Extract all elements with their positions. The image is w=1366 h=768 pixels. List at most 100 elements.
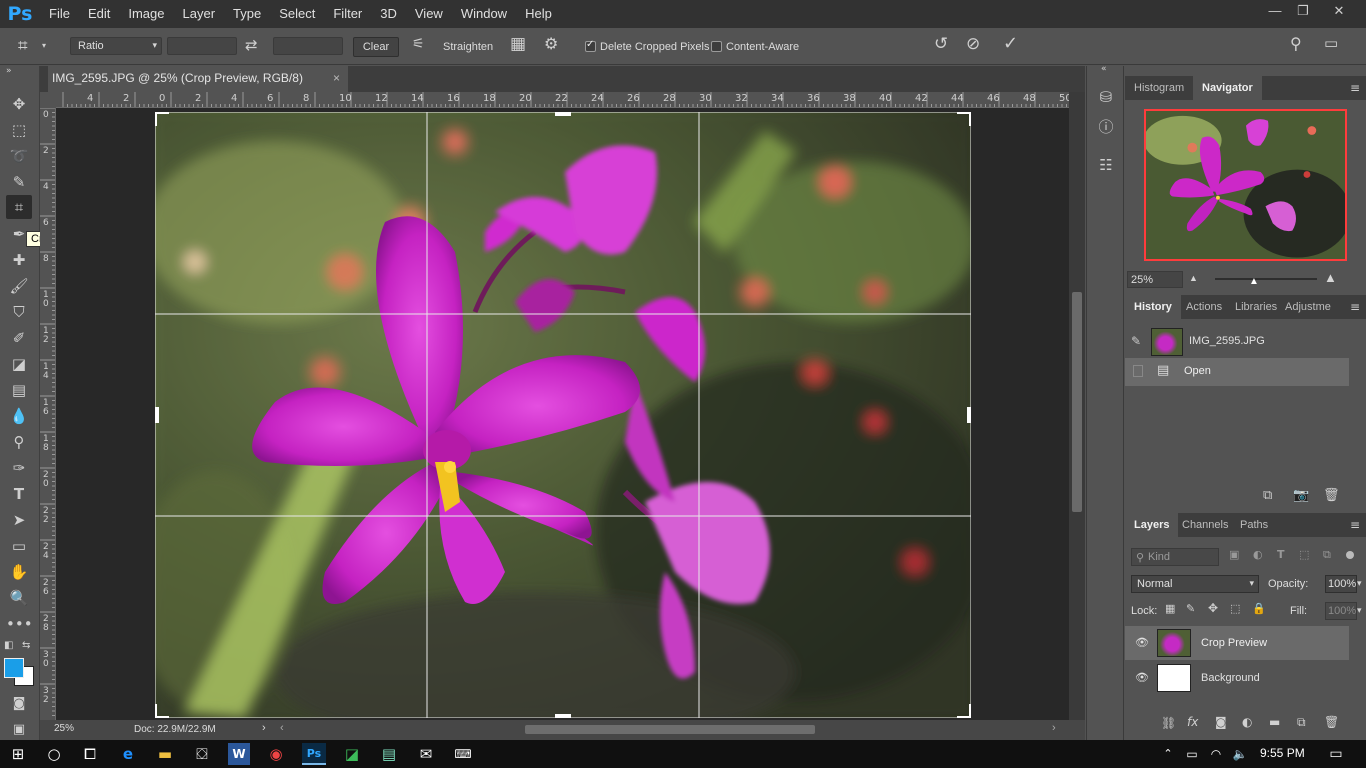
adjustment-layer-icon[interactable]: ◐ (1242, 715, 1252, 729)
search-icon[interactable]: ⚲ (1290, 34, 1302, 53)
zoom-level[interactable]: 25% (54, 723, 74, 734)
delete-cropped-label[interactable]: Delete Cropped Pixels (600, 41, 709, 53)
tab-history[interactable]: History (1125, 295, 1181, 319)
chrome-icon[interactable]: ◉ (262, 743, 290, 765)
crop-tool-preset-icon[interactable]: ⌗ (18, 36, 28, 56)
chevron-down-icon[interactable]: ▾ (1357, 578, 1362, 589)
tab-adjustments[interactable]: Adjustme (1276, 295, 1340, 319)
zoom-slider-track[interactable] (1215, 278, 1317, 280)
history-brush-source-icon[interactable] (1133, 365, 1143, 377)
pen-tool-icon[interactable]: ✑ (6, 456, 32, 480)
commit-check-icon[interactable]: ✓ (1003, 33, 1018, 54)
content-aware-checkbox[interactable] (711, 41, 722, 52)
libraries-icon[interactable]: ⛁ (1095, 86, 1117, 108)
opacity-field[interactable]: 100% (1325, 575, 1357, 593)
filter-adjustment-icon[interactable]: ◐ (1253, 548, 1263, 561)
new-document-from-state-icon[interactable]: ⧉ (1263, 488, 1272, 503)
camera-icon[interactable]: 📷 (1293, 488, 1309, 503)
swap-arrows-icon[interactable]: ⇄ (245, 36, 258, 54)
menu-type[interactable]: Type (224, 0, 270, 28)
trash-icon[interactable]: 🗑 (1323, 488, 1340, 503)
menu-filter[interactable]: Filter (324, 0, 371, 28)
history-brush-tool-icon[interactable]: ✐ (6, 326, 32, 350)
lock-transparent-icon[interactable]: ▦ (1165, 602, 1175, 615)
marquee-tool-icon[interactable]: ⬚ (6, 118, 32, 142)
lasso-tool-icon[interactable]: ➰ (6, 144, 32, 168)
menu-edit[interactable]: Edit (79, 0, 119, 28)
fx-icon[interactable]: fx (1187, 715, 1198, 729)
history-state[interactable]: ▤ Open (1125, 358, 1349, 386)
document-image[interactable] (155, 112, 971, 718)
mail-icon[interactable]: ✉ (412, 743, 440, 765)
healing-brush-tool-icon[interactable]: ✚ (6, 248, 32, 272)
lock-artboard-icon[interactable]: ⬚ (1230, 602, 1240, 615)
clock[interactable]: 9:55 PM (1260, 746, 1305, 760)
foreground-color-swatch[interactable] (4, 658, 24, 678)
default-colors-icon[interactable]: ◧ (4, 640, 13, 651)
menu-layer[interactable]: Layer (174, 0, 225, 28)
vertical-ruler[interactable]: 0 2 4 6 8 1 0 1 2 1 4 1 6 1 8 2 0 2 2 2 4 2 6 2 8 3 0 3 … (40, 108, 56, 720)
quick-selection-tool-icon[interactable]: ✎ (6, 170, 32, 194)
cancel-icon[interactable]: ⊘ (966, 34, 980, 54)
hand-tool-icon[interactable]: ✋ (6, 560, 32, 584)
clone-stamp-tool-icon[interactable]: ⛉ (6, 300, 32, 324)
layer-filter-kind[interactable]: ⚲ Kind (1131, 548, 1219, 566)
content-aware-label[interactable]: Content-Aware (726, 41, 799, 53)
new-layer-icon[interactable]: ⧉ (1297, 715, 1306, 730)
crop-overlay[interactable] (155, 112, 971, 718)
tab-channels[interactable]: Channels (1173, 513, 1237, 537)
lock-all-icon[interactable]: 🔒 (1252, 602, 1266, 615)
canvas-area[interactable] (56, 108, 1069, 720)
notifications-icon[interactable]: ▭ (1322, 743, 1350, 765)
move-tool-icon[interactable]: ✥ (6, 92, 32, 116)
ruler-origin[interactable] (40, 92, 56, 108)
tab-layers[interactable]: Layers (1125, 513, 1179, 537)
zoom-out-icon[interactable]: ▲ (1189, 273, 1198, 283)
swap-colors-icon[interactable]: ⇆ (22, 640, 30, 651)
filter-smart-object-icon[interactable]: ⧉ (1323, 548, 1331, 562)
straighten-label[interactable]: Straighten (443, 41, 493, 53)
close-icon[interactable]: × (333, 66, 340, 90)
zoom-slider-thumb[interactable]: ▲ (1249, 276, 1259, 287)
gear-icon[interactable]: ⚙ (544, 34, 558, 53)
menu-3d[interactable]: 3D (371, 0, 406, 28)
filter-pixel-icon[interactable]: ▣ (1229, 548, 1239, 561)
info-icon[interactable]: ⓘ (1095, 116, 1117, 138)
horizontal-ruler[interactable]: 4 2 0 2 4 6 8 10 12 14 16 18 20 22 24 26 28 30 32 34 36 38 40 4… (56, 92, 1069, 108)
screen-mode-icon[interactable]: ▣ (6, 718, 32, 742)
menu-select[interactable]: Select (270, 0, 324, 28)
clear-button[interactable]: Clear (353, 37, 399, 57)
restore-button[interactable]: ❐ (1286, 0, 1320, 22)
eye-icon[interactable]: 👁 (1135, 636, 1149, 649)
collapse-icon[interactable]: « (1101, 64, 1107, 74)
navigator-preview[interactable] (1144, 109, 1347, 261)
straighten-icon[interactable]: ⚟ (412, 36, 425, 52)
rectangle-tool-icon[interactable]: ▭ (6, 534, 32, 558)
filter-toggle[interactable] (1346, 551, 1354, 559)
history-brush-source-icon[interactable]: ✎ (1131, 334, 1141, 348)
gradient-tool-icon[interactable]: ▤ (6, 378, 32, 402)
tab-actions[interactable]: Actions (1177, 295, 1231, 319)
lock-position-icon[interactable]: ✥ (1208, 601, 1218, 615)
volume-icon[interactable]: 🔈 (1226, 743, 1254, 765)
panel-menu-icon[interactable]: ≡ (1350, 518, 1360, 532)
app-icon[interactable]: ◪ (338, 743, 366, 765)
height-field[interactable] (273, 37, 343, 55)
close-button[interactable]: ✕ (1322, 0, 1356, 22)
quick-mask-icon[interactable]: ◙ (6, 692, 32, 716)
brush-tool-icon[interactable]: 🖌 (6, 274, 32, 298)
task-view-icon[interactable]: ⧠ (76, 743, 104, 765)
tab-paths[interactable]: Paths (1231, 513, 1277, 537)
scroll-left-icon[interactable]: ‹ (280, 722, 284, 734)
filter-shape-icon[interactable]: ⬚ (1299, 548, 1309, 561)
photoshop-taskbar-icon[interactable]: Ps (302, 743, 326, 765)
collapse-icon[interactable]: » (6, 66, 12, 76)
layer-mask-icon[interactable]: ◙ (1215, 715, 1227, 729)
tool-presets-icon[interactable]: ☷ (1095, 154, 1117, 176)
width-field[interactable] (167, 37, 237, 55)
fill-field[interactable]: 100% (1325, 602, 1357, 620)
folder-icon[interactable]: ▬ (1269, 715, 1280, 729)
type-tool-icon[interactable]: T (6, 482, 32, 506)
notes-icon[interactable]: ▤ (375, 743, 403, 765)
ratio-select[interactable]: Ratio ▾ (70, 37, 162, 55)
